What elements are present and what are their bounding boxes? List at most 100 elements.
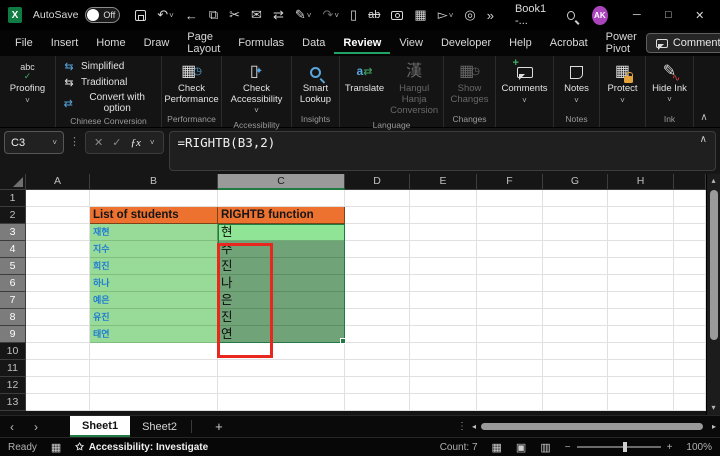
row-header-9[interactable]: 9 [0, 326, 26, 343]
export-icon[interactable]: ▻ ˅ [438, 7, 454, 23]
collapse-ribbon-icon[interactable]: ∧ [694, 56, 714, 127]
cell-F13[interactable] [477, 394, 543, 411]
cell-H4[interactable] [608, 241, 674, 258]
sheet-tab-sheet1[interactable]: Sheet1 [70, 416, 131, 437]
cell-F3[interactable] [477, 224, 543, 241]
cell-E4[interactable] [410, 241, 477, 258]
cell-G5[interactable] [543, 258, 608, 275]
cell-H13[interactable] [608, 394, 674, 411]
tab-view[interactable]: View [390, 32, 432, 54]
row-header-1[interactable]: 1 [0, 190, 26, 207]
cell-H1[interactable] [608, 190, 674, 207]
minimize-button[interactable]: ─ [625, 9, 649, 21]
cell-G11[interactable] [543, 360, 608, 377]
cell-E3[interactable] [410, 224, 477, 241]
tab-home[interactable]: Home [87, 32, 134, 54]
cell-C11[interactable] [218, 360, 345, 377]
cell-G7[interactable] [543, 292, 608, 309]
excel-logo-icon[interactable]: X [8, 7, 22, 23]
collapse-formula-bar-icon[interactable]: ∧ [700, 134, 707, 145]
cell-G3[interactable] [543, 224, 608, 241]
avatar[interactable]: AK [592, 5, 608, 25]
tab-data[interactable]: Data [293, 32, 334, 54]
row-header-12[interactable]: 12 [0, 377, 26, 394]
cell-F9[interactable] [477, 326, 543, 343]
draw-format-icon[interactable]: ✎ ˅ [295, 7, 312, 23]
autosave-toggle[interactable]: Off [85, 7, 121, 23]
cell-F7[interactable] [477, 292, 543, 309]
cell-partial-11[interactable] [674, 360, 706, 377]
cell-H2[interactable] [608, 207, 674, 224]
cell-G2[interactable] [543, 207, 608, 224]
cell-partial-1[interactable] [674, 190, 706, 207]
cell-E6[interactable] [410, 275, 477, 292]
cell-A13[interactable] [26, 394, 90, 411]
hide-ink-button[interactable]: ✎ ∿ Hide Ink ˅ [648, 59, 691, 108]
cell-partial-2[interactable] [674, 207, 706, 224]
cell-F1[interactable] [477, 190, 543, 207]
scroll-right-icon[interactable]: ▸ [712, 422, 716, 431]
close-button[interactable]: ✕ [688, 9, 712, 22]
cell-G13[interactable] [543, 394, 608, 411]
translate-button[interactable]: a ⇄ Translate [342, 59, 387, 97]
cell-C13[interactable] [218, 394, 345, 411]
cell-B8[interactable]: 유진 [90, 309, 218, 326]
cell-A8[interactable] [26, 309, 90, 326]
cell-H9[interactable] [608, 326, 674, 343]
tab-insert[interactable]: Insert [42, 32, 88, 54]
cell-E13[interactable] [410, 394, 477, 411]
cell-G8[interactable] [543, 309, 608, 326]
column-header-B[interactable]: B [90, 174, 218, 190]
cell-H6[interactable] [608, 275, 674, 292]
cell-E1[interactable] [410, 190, 477, 207]
row-header-3[interactable]: 3 [0, 224, 26, 241]
tab-draw[interactable]: Draw [135, 32, 179, 54]
cell-B10[interactable] [90, 343, 218, 360]
cell-partial-4[interactable] [674, 241, 706, 258]
cut-icon[interactable]: ✂ [229, 7, 240, 23]
zoom-out-icon[interactable]: − [565, 442, 571, 453]
cancel-entry-icon[interactable]: ✕ [94, 136, 103, 149]
column-header-A[interactable]: A [26, 174, 90, 190]
column-header-H[interactable]: H [608, 174, 674, 190]
row-header-2[interactable]: 2 [0, 207, 26, 224]
simplified-button[interactable]: ⇆ Simplified [58, 59, 159, 74]
tab-review[interactable]: Review [334, 32, 391, 54]
row-header-5[interactable]: 5 [0, 258, 26, 275]
page-break-view-icon[interactable]: ▥ [540, 441, 550, 454]
cell-A3[interactable] [26, 224, 90, 241]
protect-button[interactable]: ▦ Protect ˅ [604, 59, 640, 107]
row-header-13[interactable]: 13 [0, 394, 26, 411]
cell-F12[interactable] [477, 377, 543, 394]
scroll-left-icon[interactable]: ◂ [472, 422, 476, 431]
table-style-icon[interactable]: ▦ [414, 7, 426, 23]
cell-D13[interactable] [345, 394, 410, 411]
tab-power-pivot[interactable]: Power Pivot [597, 26, 646, 60]
sheet-nav-right-icon[interactable]: › [24, 416, 48, 437]
cell-H5[interactable] [608, 258, 674, 275]
strikethrough-icon[interactable]: ab [368, 9, 380, 21]
cell-G9[interactable] [543, 326, 608, 343]
cell-partial-6[interactable] [674, 275, 706, 292]
cell-F8[interactable] [477, 309, 543, 326]
cell-B9[interactable]: 태연 [90, 326, 218, 343]
column-header-E[interactable]: E [410, 174, 477, 190]
cell-D6[interactable] [345, 275, 410, 292]
maximize-button[interactable]: □ [656, 9, 680, 21]
hscroll-grip[interactable]: ⋮ [457, 421, 467, 432]
sheet-tab-sheet2[interactable]: Sheet2 [130, 416, 189, 437]
cell-C12[interactable] [218, 377, 345, 394]
cell-D1[interactable] [345, 190, 410, 207]
horizontal-scrollbar[interactable] [480, 423, 707, 431]
comments-toggle-button[interactable]: Comments [645, 33, 720, 53]
cell-E5[interactable] [410, 258, 477, 275]
check-performance-button[interactable]: ▦ ◷ Check Performance [161, 59, 221, 108]
cell-C1[interactable] [218, 190, 345, 207]
cell-B11[interactable] [90, 360, 218, 377]
camera-icon[interactable] [391, 10, 404, 20]
cell-H8[interactable] [608, 309, 674, 326]
paste-mail-icon[interactable]: ✉ [251, 7, 262, 23]
show-changes-button[interactable]: ▦ ◷ Show Changes [446, 59, 493, 108]
cell-partial-10[interactable] [674, 343, 706, 360]
qat-overflow-icon[interactable]: » [487, 8, 494, 23]
